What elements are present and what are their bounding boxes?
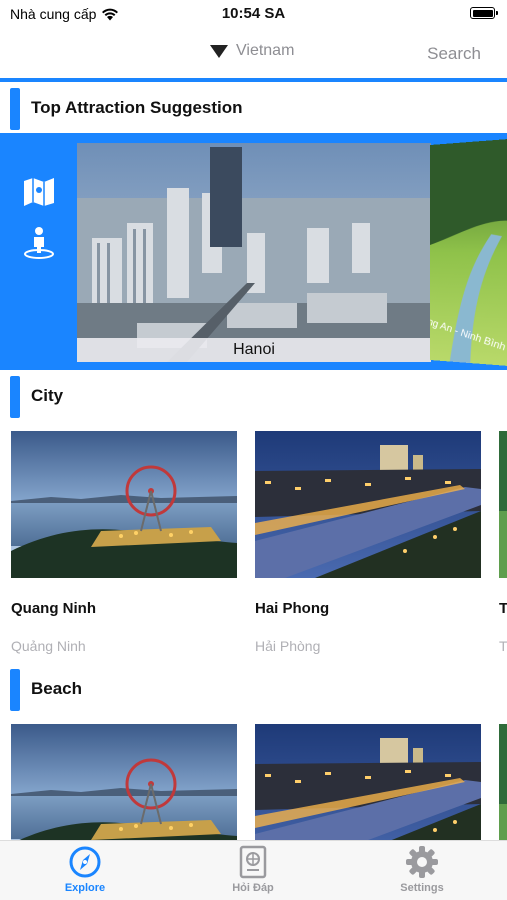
beach-image: [11, 724, 237, 840]
city-card[interactable]: Hai Phong Hải Phòng: [255, 431, 481, 654]
section-header-city: City: [0, 374, 507, 420]
country-label: Vietnam: [236, 42, 295, 59]
tab-bar: Explore Hỏi Đáp Settings: [0, 840, 507, 900]
battery-icon: [470, 7, 498, 19]
city-name: T: [499, 600, 507, 617]
clock: 10:54 SA: [221, 5, 286, 22]
person-location-icon[interactable]: [22, 225, 56, 259]
attraction-photo-hanoi[interactable]: Hanoi: [77, 143, 431, 362]
city-name: Quang Ninh: [11, 600, 96, 617]
banner-actions: [22, 175, 58, 275]
beach-card[interactable]: [11, 724, 237, 840]
section-accent-bar: [10, 88, 20, 130]
attraction-photo-trang-an[interactable]: ng An - Ninh Bình: [430, 137, 507, 368]
city-name: Hai Phong: [255, 600, 330, 617]
section-title: Top Attraction Suggestion: [31, 98, 243, 117]
city-card[interactable]: T T: [499, 431, 507, 654]
beach-card-row: [0, 724, 507, 840]
country-selector[interactable]: Vietnam: [210, 42, 294, 60]
hanoi-image: [77, 143, 431, 362]
city-subtitle: T: [499, 638, 507, 654]
tab-label: Explore: [64, 882, 106, 894]
city-image: [255, 431, 481, 578]
passport-icon: [239, 845, 267, 879]
city-subtitle: Quảng Ninh: [11, 638, 86, 654]
search-button[interactable]: Search: [427, 44, 481, 64]
city-image: [499, 431, 507, 578]
city-card[interactable]: Quang Ninh Quảng Ninh: [11, 431, 237, 654]
photo-caption: Hanoi: [77, 338, 431, 362]
tab-label: Hỏi Đáp: [232, 882, 274, 894]
section-title: City: [31, 386, 64, 405]
tab-explore[interactable]: Explore: [25, 845, 145, 894]
beach-image: [255, 724, 481, 840]
section-accent-bar: [10, 669, 20, 711]
city-image: [11, 431, 237, 578]
beach-card[interactable]: [255, 724, 481, 840]
compass-icon: [69, 846, 101, 878]
section-header-top-attraction: Top Attraction Suggestion: [0, 86, 507, 132]
nav-bar: Vietnam Search: [0, 30, 507, 80]
tab-hoi-dap[interactable]: Hỏi Đáp: [193, 845, 313, 894]
beach-image: [499, 724, 507, 840]
map-icon[interactable]: [22, 175, 56, 209]
status-bar: Nhà cung cấp 10:54 SA: [0, 0, 507, 30]
city-subtitle: Hải Phòng: [255, 638, 321, 654]
tab-settings[interactable]: Settings: [362, 845, 482, 894]
section-accent-bar: [10, 376, 20, 418]
section-title: Beach: [31, 679, 83, 698]
section-header-beach: Beach: [0, 667, 507, 713]
nav-divider: [0, 78, 507, 82]
beach-card[interactable]: [499, 724, 507, 840]
gear-icon: [406, 846, 438, 878]
dropdown-triangle-icon: [210, 44, 228, 58]
tab-label: Settings: [400, 882, 444, 894]
attraction-carousel[interactable]: Hanoi ng An - Ninh Bình: [0, 133, 507, 370]
city-card-row: Quang Ninh Quảng Ninh Hai Phong Hải Phòn…: [0, 431, 507, 671]
